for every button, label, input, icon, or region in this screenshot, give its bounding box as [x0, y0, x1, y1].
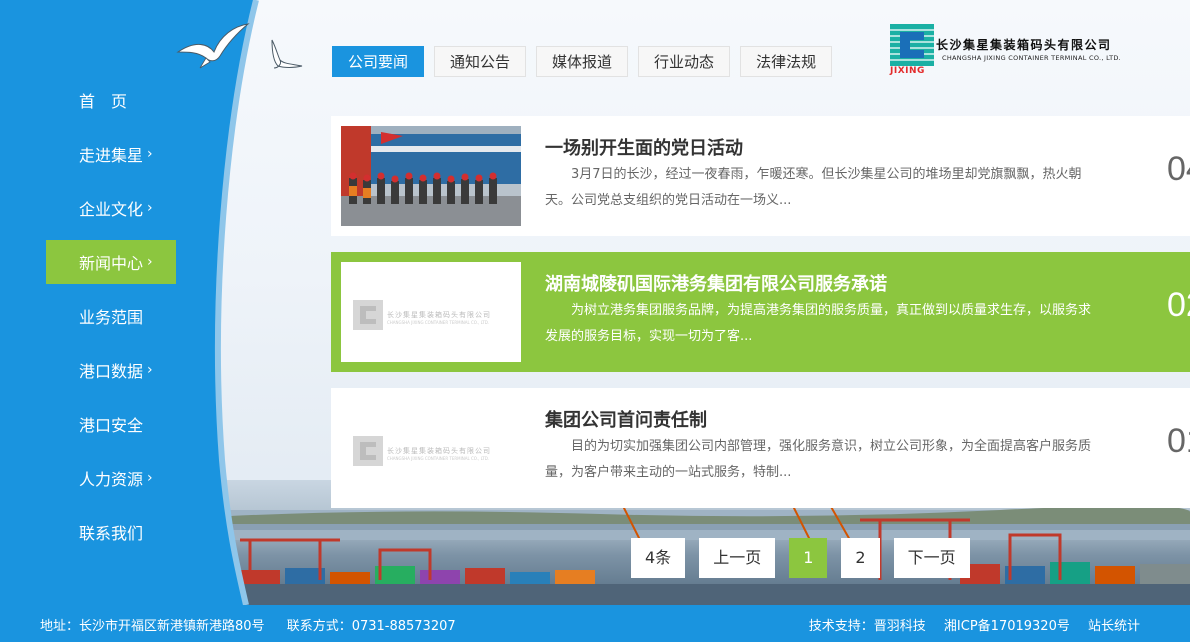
pagination-count: 4条 [631, 538, 686, 578]
chevron-right-icon: › [147, 200, 153, 216]
thumb-logo-subtext: CHANGSHA JIXING CONTAINER TERMINAL CO., … [387, 320, 490, 325]
news-thumbnail-logo: 长沙集星集装箱码头有限公司 CHANGSHA JIXING CONTAINER … [341, 398, 521, 498]
seagull-icon-small [271, 39, 303, 69]
nav-item-business[interactable]: 业务范围 [46, 294, 176, 338]
news-title[interactable]: 集团公司首问责任制 [545, 406, 707, 432]
footer-tech-support-link[interactable]: 技术支持：晋羽科技 [809, 619, 926, 634]
footer-contact: 联系方式：0731-88573207 [286, 619, 456, 634]
company-logo[interactable]: JIXING 长沙集星集装箱码头有限公司 CHANGSHA JIXING CON… [888, 22, 1148, 80]
tab-notices[interactable]: 通知公告 [434, 46, 527, 77]
tab-industry[interactable]: 行业动态 [638, 46, 731, 77]
news-date: 04 [1167, 150, 1190, 188]
footer-info: 地址：长沙市开福区新港镇新港路80号 联系方式：0731-88573207 [40, 615, 456, 634]
news-date: 02 [1167, 286, 1190, 324]
seagull-icon [176, 23, 250, 69]
news-list: 一场别开生面的党日活动 3月7日的长沙，经过一夜春雨，乍暖还寒。但长沙集星公司的… [331, 116, 1190, 524]
tab-media[interactable]: 媒体报道 [536, 46, 629, 77]
nav-item-hr[interactable]: 人力资源 › [46, 456, 176, 500]
pagination-next-button[interactable]: 下一页 [893, 538, 970, 578]
news-summary: 目的为切实加强集团公司内部管理，强化服务意识，树立公司形象，为全面提高客户服务质… [545, 439, 1092, 480]
nav-item-news[interactable]: 新闻中心 › [46, 240, 176, 284]
nav-item-home[interactable]: 首 页 [46, 78, 176, 122]
news-title[interactable]: 湖南城陵矶国际港务集团有限公司服务承诺 [545, 270, 887, 296]
nav-item-label: 首 页 [79, 92, 128, 111]
nav-item-about[interactable]: 走进集星 › [46, 132, 176, 176]
logo-placeholder-icon [353, 436, 383, 466]
footer-links: 技术支持：晋羽科技 湘ICP备17019320号 站长统计 [809, 615, 1140, 634]
logo-chinese-name: 长沙集星集装箱码头有限公司 [936, 38, 1112, 52]
nav-item-label: 港口安全 [79, 416, 144, 435]
nav-item-label: 新闻中心 [79, 254, 144, 273]
pagination-page-1[interactable]: 1 [789, 538, 828, 578]
news-summary: 3月7日的长沙，经过一夜春雨，乍暖还寒。但长沙集星公司的堆场里却党旗飘飘，热火朝… [545, 167, 1082, 208]
nav-item-label: 港口数据 [79, 362, 144, 381]
chevron-right-icon: › [147, 254, 153, 270]
nav-item-label: 人力资源 [79, 470, 144, 489]
pagination: 4条 上一页 1 2 下一页 [631, 538, 970, 578]
news-category-tabs: 公司要闻 通知公告 媒体报道 行业动态 法律法规 [332, 46, 833, 77]
logo-english-name: CHANGSHA JIXING CONTAINER TERMINAL CO., … [942, 54, 1122, 62]
news-thumbnail-logo: 长沙集星集装箱码头有限公司 CHANGSHA JIXING CONTAINER … [341, 262, 521, 362]
news-title[interactable]: 一场别开生面的党日活动 [545, 134, 743, 160]
footer-address: 地址：长沙市开福区新港镇新港路80号 [40, 619, 265, 634]
thumb-logo-text: 长沙集星集装箱码头有限公司 [387, 311, 491, 319]
logo-mark-icon [890, 24, 934, 66]
pagination-prev-button[interactable]: 上一页 [699, 538, 776, 578]
thumb-logo-text: 长沙集星集装箱码头有限公司 [387, 447, 491, 455]
logo-placeholder-icon [353, 300, 383, 330]
news-item[interactable]: 长沙集星集装箱码头有限公司 CHANGSHA JIXING CONTAINER … [331, 388, 1190, 508]
nav-item-culture[interactable]: 企业文化 › [46, 186, 176, 230]
page-footer: 地址：长沙市开福区新港镇新港路80号 联系方式：0731-88573207 技术… [0, 605, 1190, 642]
nav-item-label: 走进集星 [79, 146, 144, 165]
footer-stats-link[interactable]: 站长统计 [1088, 619, 1140, 634]
logo-wordmark: JIXING [890, 66, 925, 76]
tab-law[interactable]: 法律法规 [740, 46, 833, 77]
nav-item-label: 联系我们 [79, 524, 144, 543]
thumb-logo-subtext: CHANGSHA JIXING CONTAINER TERMINAL CO., … [387, 456, 490, 461]
tab-company-news[interactable]: 公司要闻 [332, 46, 425, 77]
chevron-right-icon: › [147, 470, 153, 486]
chevron-right-icon: › [147, 362, 153, 378]
footer-icp-link[interactable]: 湘ICP备17019320号 [944, 619, 1070, 634]
news-item[interactable]: 长沙集星集装箱码头有限公司 CHANGSHA JIXING CONTAINER … [331, 252, 1190, 372]
nav-item-label: 业务范围 [79, 308, 144, 327]
nav-item-label: 企业文化 [79, 200, 144, 219]
nav-item-contact[interactable]: 联系我们 [46, 510, 176, 554]
news-item[interactable]: 一场别开生面的党日活动 3月7日的长沙，经过一夜春雨，乍暖还寒。但长沙集星公司的… [331, 116, 1190, 236]
pagination-page-2[interactable]: 2 [841, 538, 880, 578]
news-summary: 为树立港务集团服务品牌，为提高港务集团的服务质量，真正做到以质量求生存，以服务求… [545, 303, 1092, 344]
news-date: 01 [1167, 422, 1190, 460]
chevron-right-icon: › [147, 146, 153, 162]
sidebar-nav: 首 页 走进集星 › 企业文化 › 新闻中心 › 业务范围 港口数据 › 港口安… [46, 78, 176, 564]
news-thumbnail-photo [341, 126, 521, 226]
nav-item-port-safety[interactable]: 港口安全 [46, 402, 176, 446]
nav-item-port-data[interactable]: 港口数据 › [46, 348, 176, 392]
